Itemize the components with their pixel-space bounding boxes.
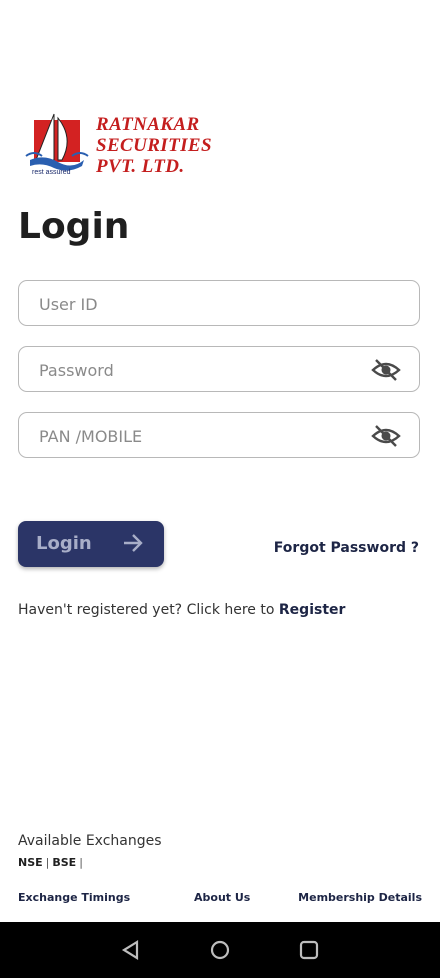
register-prompt: Haven't registered yet? Click here to Re… (18, 602, 345, 618)
eye-off-icon[interactable] (371, 425, 401, 447)
pan-mobile-field[interactable] (18, 412, 420, 459)
membership-details-link[interactable]: Membership Details (298, 891, 422, 904)
exchange-timings-link[interactable]: Exchange Timings (18, 891, 130, 904)
company-name-line3: PVT. LTD. (96, 156, 185, 177)
recents-icon[interactable] (298, 939, 320, 961)
page-title: Login (18, 206, 130, 247)
password-input[interactable] (37, 347, 371, 393)
back-icon[interactable] (120, 939, 142, 961)
separator: | (79, 856, 83, 869)
home-icon[interactable] (209, 939, 231, 961)
user-id-field[interactable] (18, 280, 420, 327)
available-exchanges-heading: Available Exchanges (18, 833, 162, 849)
company-name: RATNAKAR SECURITIES PVT. LTD. (96, 114, 212, 177)
exchange-list: NSE | BSE | (18, 856, 86, 869)
user-id-input[interactable] (37, 281, 371, 327)
about-us-link[interactable]: About Us (194, 891, 250, 904)
company-name-line1: RATNAKAR (96, 114, 200, 135)
company-logo: RATNAKAR SECURITIES PVT. LTD. rest assur… (24, 110, 220, 182)
login-button[interactable]: Login (18, 521, 164, 567)
arrow-right-icon (124, 534, 143, 552)
register-link[interactable]: Register (279, 602, 346, 618)
password-field[interactable] (18, 346, 420, 393)
exchange-bse: BSE (52, 856, 77, 869)
eye-off-icon[interactable] (371, 359, 401, 381)
logo-tagline: rest assured (32, 169, 71, 176)
exchange-nse: NSE (18, 856, 43, 869)
pan-mobile-input[interactable] (37, 413, 371, 459)
system-navigation-bar (0, 922, 440, 978)
register-prompt-text: Haven't registered yet? Click here to (18, 602, 275, 618)
forgot-password-link[interactable]: Forgot Password ? (274, 540, 419, 556)
company-name-line2: SECURITIES (96, 135, 212, 156)
separator: | (45, 856, 50, 869)
sailboat-logo-icon (25, 113, 89, 171)
login-button-label: Login (36, 533, 92, 554)
status-bar (0, 0, 440, 46)
